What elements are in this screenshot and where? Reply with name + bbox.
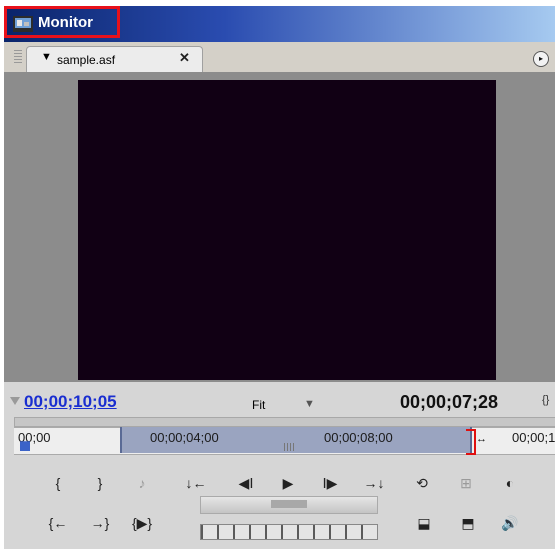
tab-label: sample.asf bbox=[57, 53, 116, 67]
current-timecode[interactable]: 00;00;10;05 bbox=[24, 392, 117, 412]
prev-marker-icon: {← bbox=[48, 515, 68, 531]
step-back-button[interactable]: ◀Ⅰ bbox=[230, 470, 262, 496]
play-button[interactable]: ▶ bbox=[272, 470, 304, 496]
jog-knob[interactable] bbox=[271, 500, 307, 508]
tab-sample-asf[interactable]: ▼ sample.asf ✕ bbox=[26, 46, 203, 73]
duration-toggle-icon[interactable]: {} bbox=[542, 394, 549, 406]
speaker-icon: 🔊 bbox=[501, 515, 519, 531]
time-ruler[interactable]: 00;00 00;00;04;00 00;00;08;00 00;00;1 ↔ bbox=[14, 417, 555, 463]
overlay-icon: ⬒ bbox=[461, 515, 475, 531]
play-in-out-icon: {▶} bbox=[131, 515, 153, 531]
insert-icon: ⬓ bbox=[417, 515, 431, 531]
zoom-scroll-bar[interactable] bbox=[14, 417, 555, 427]
safe-margins-button[interactable]: ⊞ bbox=[450, 470, 482, 496]
go-to-out-point-button[interactable]: →↓ bbox=[358, 470, 390, 496]
go-to-next-marker-button[interactable]: →} bbox=[84, 510, 116, 536]
set-marker-button[interactable]: ♪ bbox=[126, 470, 158, 496]
mark-in-icon: { bbox=[55, 475, 61, 491]
output-button[interactable]: ◐ bbox=[494, 470, 526, 496]
transport-controls: { } ♪ ↓← ◀Ⅰ ▶ Ⅰ▶ →↓ ⟲ ⊞ ◐ {← →} {▶} ⬓ ⬒ … bbox=[4, 466, 555, 549]
insert-button[interactable]: ⬓ bbox=[408, 510, 440, 536]
window-title: Monitor bbox=[38, 14, 93, 31]
step-back-icon: ◀Ⅰ bbox=[238, 475, 254, 491]
loop-button[interactable]: ⟲ bbox=[406, 470, 438, 496]
mark-out-icon: } bbox=[97, 475, 103, 491]
go-to-in-point-button[interactable]: ↓← bbox=[180, 470, 212, 496]
go-to-in-icon: ↓← bbox=[185, 475, 207, 491]
range-grip-icon[interactable] bbox=[284, 443, 296, 451]
loop-icon: ⟲ bbox=[416, 475, 428, 491]
go-to-previous-marker-button[interactable]: {← bbox=[42, 510, 74, 536]
out-point-arrow-icon: ↔ bbox=[476, 433, 487, 445]
tab-dropdown-icon[interactable]: ▼ bbox=[41, 51, 52, 63]
marker-icon: ♪ bbox=[138, 475, 146, 491]
step-forward-icon: Ⅰ▶ bbox=[322, 475, 338, 491]
output-icon: ◐ bbox=[505, 475, 515, 491]
overlay-button[interactable]: ⬒ bbox=[452, 510, 484, 536]
next-marker-icon: →} bbox=[90, 515, 110, 531]
play-icon: ▶ bbox=[282, 475, 294, 491]
panel-menu-icon[interactable]: ▸ bbox=[533, 51, 549, 67]
monitor-app-icon bbox=[13, 16, 33, 32]
ruler-label: 00;00;1 bbox=[512, 430, 555, 445]
tab-close-icon[interactable]: ✕ bbox=[179, 50, 190, 66]
zoom-select-value[interactable]: Fit bbox=[252, 398, 265, 412]
timecode-bar: 00;00;10;05 Fit ▼ 00;00;07;28 {} bbox=[4, 382, 555, 414]
safe-margins-icon: ⊞ bbox=[460, 475, 472, 491]
monitor-window: Monitor ▼ sample.asf ✕ ▸ 00;00;10;05 Fit… bbox=[4, 6, 555, 549]
ruler-label: 00;00;04;00 bbox=[150, 430, 219, 445]
panel-grip-icon[interactable] bbox=[14, 50, 22, 64]
out-point-marker[interactable] bbox=[466, 429, 476, 455]
play-in-to-out-button[interactable]: {▶} bbox=[126, 510, 158, 536]
audio-toggle-button[interactable]: 🔊 bbox=[494, 510, 526, 536]
zoom-dropdown-icon[interactable]: ▼ bbox=[304, 398, 315, 410]
jog-slider[interactable] bbox=[200, 496, 378, 514]
duration-timecode: 00;00;07;28 bbox=[400, 392, 499, 412]
current-time-marker-icon bbox=[10, 397, 20, 405]
mark-in-button[interactable]: { bbox=[42, 470, 74, 496]
video-frame[interactable] bbox=[78, 80, 496, 380]
mark-out-button[interactable]: } bbox=[84, 470, 116, 496]
title-bar[interactable]: Monitor bbox=[4, 6, 555, 42]
video-viewer bbox=[4, 72, 555, 382]
ruler-label: 00;00;08;00 bbox=[324, 430, 393, 445]
tab-bar: ▼ sample.asf ✕ ▸ bbox=[4, 42, 555, 73]
go-to-out-icon: →↓ bbox=[363, 475, 385, 491]
step-forward-button[interactable]: Ⅰ▶ bbox=[314, 470, 346, 496]
shuttle-dial[interactable] bbox=[200, 524, 378, 540]
